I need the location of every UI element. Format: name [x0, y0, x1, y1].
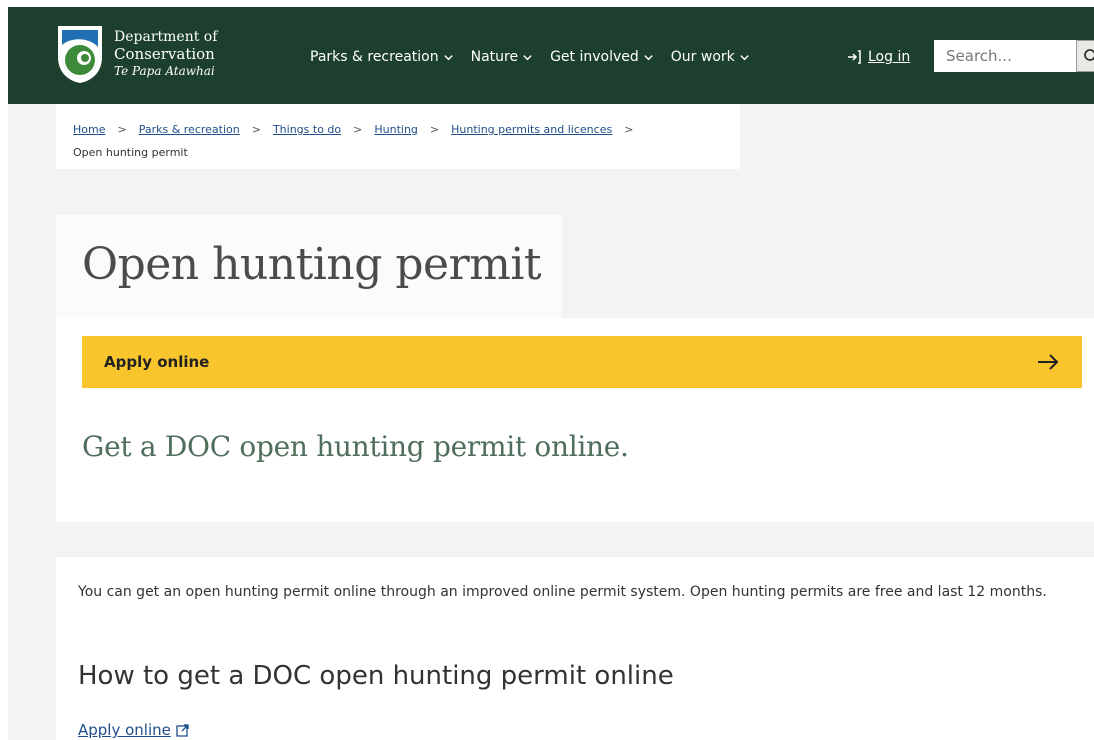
nav-item-label: Nature	[470, 49, 519, 65]
breadcrumb-separator: >	[624, 123, 634, 136]
breadcrumb-hunting[interactable]: Hunting	[374, 116, 418, 144]
main-nav: Parks & recreation Nature Get involved O…	[310, 45, 750, 69]
page-title: Open hunting permit	[82, 239, 542, 290]
page-left-edge	[0, 0, 8, 740]
logo-line-2: Conservation	[114, 45, 215, 63]
breadcrumb-home[interactable]: Home	[73, 116, 105, 144]
external-link-icon	[176, 723, 189, 737]
apply-online-button[interactable]: Apply online	[82, 336, 1082, 388]
logo-line-1: Department of	[114, 29, 218, 45]
chevron-down-icon	[443, 54, 453, 60]
logo-line-3: Te Papa Atawhai	[114, 64, 215, 78]
nav-item-nature[interactable]: Nature	[471, 49, 533, 65]
breadcrumb-separator: >	[251, 123, 261, 136]
login-arrow-icon	[848, 50, 861, 64]
breadcrumb-current: Open hunting permit	[73, 146, 188, 159]
chevron-down-icon	[740, 54, 749, 60]
breadcrumb-separator: >	[429, 123, 440, 136]
login-label: Log in	[868, 49, 911, 65]
logo-wordmark: Department of Conservation Te Papa Atawh…	[114, 29, 217, 80]
nav-item-get-involved[interactable]: Get involved	[550, 49, 654, 65]
search-icon	[1084, 49, 1094, 61]
site-header: Department of Conservation Te Papa Atawh…	[8, 7, 1094, 104]
breadcrumb: Home > Parks & recreation > Things to do…	[56, 104, 740, 169]
title-container: Open hunting permit	[56, 215, 562, 319]
apply-online-link-label: Apply online	[78, 721, 171, 739]
doc-koru-shield-icon	[58, 26, 102, 83]
chevron-down-icon	[523, 54, 532, 60]
intro-panel: Apply online Get a DOC open hunting perm…	[56, 318, 1094, 522]
section-heading: How to get a DOC open hunting permit onl…	[78, 661, 674, 691]
nav-item-our-work[interactable]: Our work	[671, 49, 750, 65]
breadcrumb-parks-recreation[interactable]: Parks & recreation	[139, 116, 240, 144]
intro-paragraph: You can get an open hunting permit onlin…	[78, 584, 1047, 600]
site-logo[interactable]: Department of Conservation Te Papa Atawh…	[55, 23, 220, 87]
content-panel: You can get an open hunting permit onlin…	[56, 557, 1094, 740]
lede-text: Get a DOC open hunting permit online.	[82, 430, 629, 463]
apply-online-label: Apply online	[104, 353, 210, 371]
breadcrumb-separator: >	[117, 123, 127, 136]
nav-item-label: Parks & recreation	[310, 49, 439, 65]
nav-item-label: Get involved	[550, 49, 639, 65]
apply-online-link[interactable]: Apply online	[78, 721, 189, 739]
arrow-right-icon	[1038, 354, 1059, 370]
chevron-down-icon	[644, 54, 653, 60]
page-top-edge	[0, 0, 1094, 7]
login-link[interactable]: Log in	[846, 45, 910, 69]
breadcrumb-things-to-do[interactable]: Things to do	[273, 116, 341, 144]
breadcrumb-separator: >	[353, 123, 363, 136]
nav-item-label: Our work	[670, 49, 735, 65]
nav-item-parks-recreation[interactable]: Parks & recreation	[310, 49, 454, 65]
search-input[interactable]	[934, 40, 1076, 72]
breadcrumb-hunting-permits[interactable]: Hunting permits and licences	[451, 116, 612, 144]
search-button[interactable]	[1076, 40, 1094, 72]
